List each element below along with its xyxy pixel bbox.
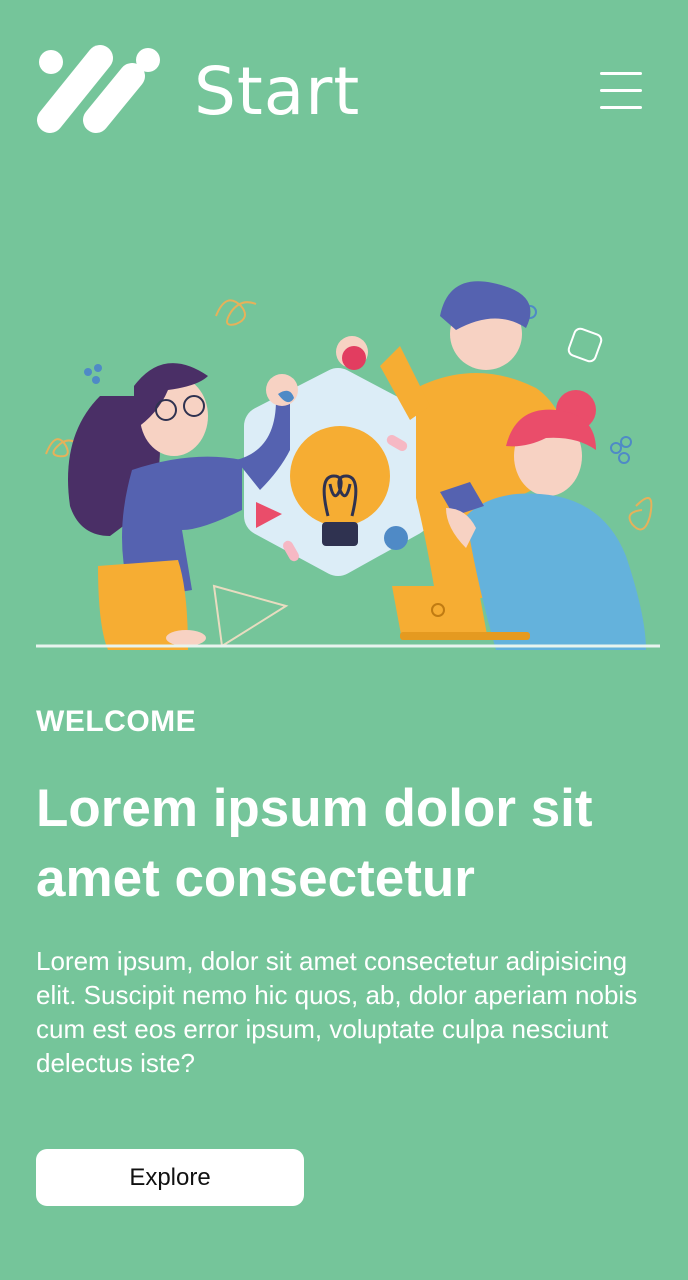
explore-button[interactable]: Explore (36, 1149, 304, 1206)
slash-dots-logo[interactable] (34, 44, 164, 136)
hero-headline: Lorem ipsum dolor sit amet consectetur (36, 779, 593, 908)
menu-line (600, 89, 642, 92)
lightbulb-icon (290, 426, 390, 526)
hero-description: Lorem ipsum, dolor sit amet consectetur … (36, 946, 638, 1078)
team-idea-lightbulb-illustration (36, 276, 662, 650)
site-header: Start (0, 0, 688, 180)
squiggle-doodle (215, 299, 257, 326)
welcome-eyebrow: WELCOME (36, 705, 197, 738)
menu-line (600, 72, 642, 75)
brand-name[interactable]: Start (194, 52, 360, 132)
menu-line (600, 106, 642, 109)
square-doodle (567, 327, 603, 363)
hamburger-menu-icon[interactable] (590, 66, 650, 118)
